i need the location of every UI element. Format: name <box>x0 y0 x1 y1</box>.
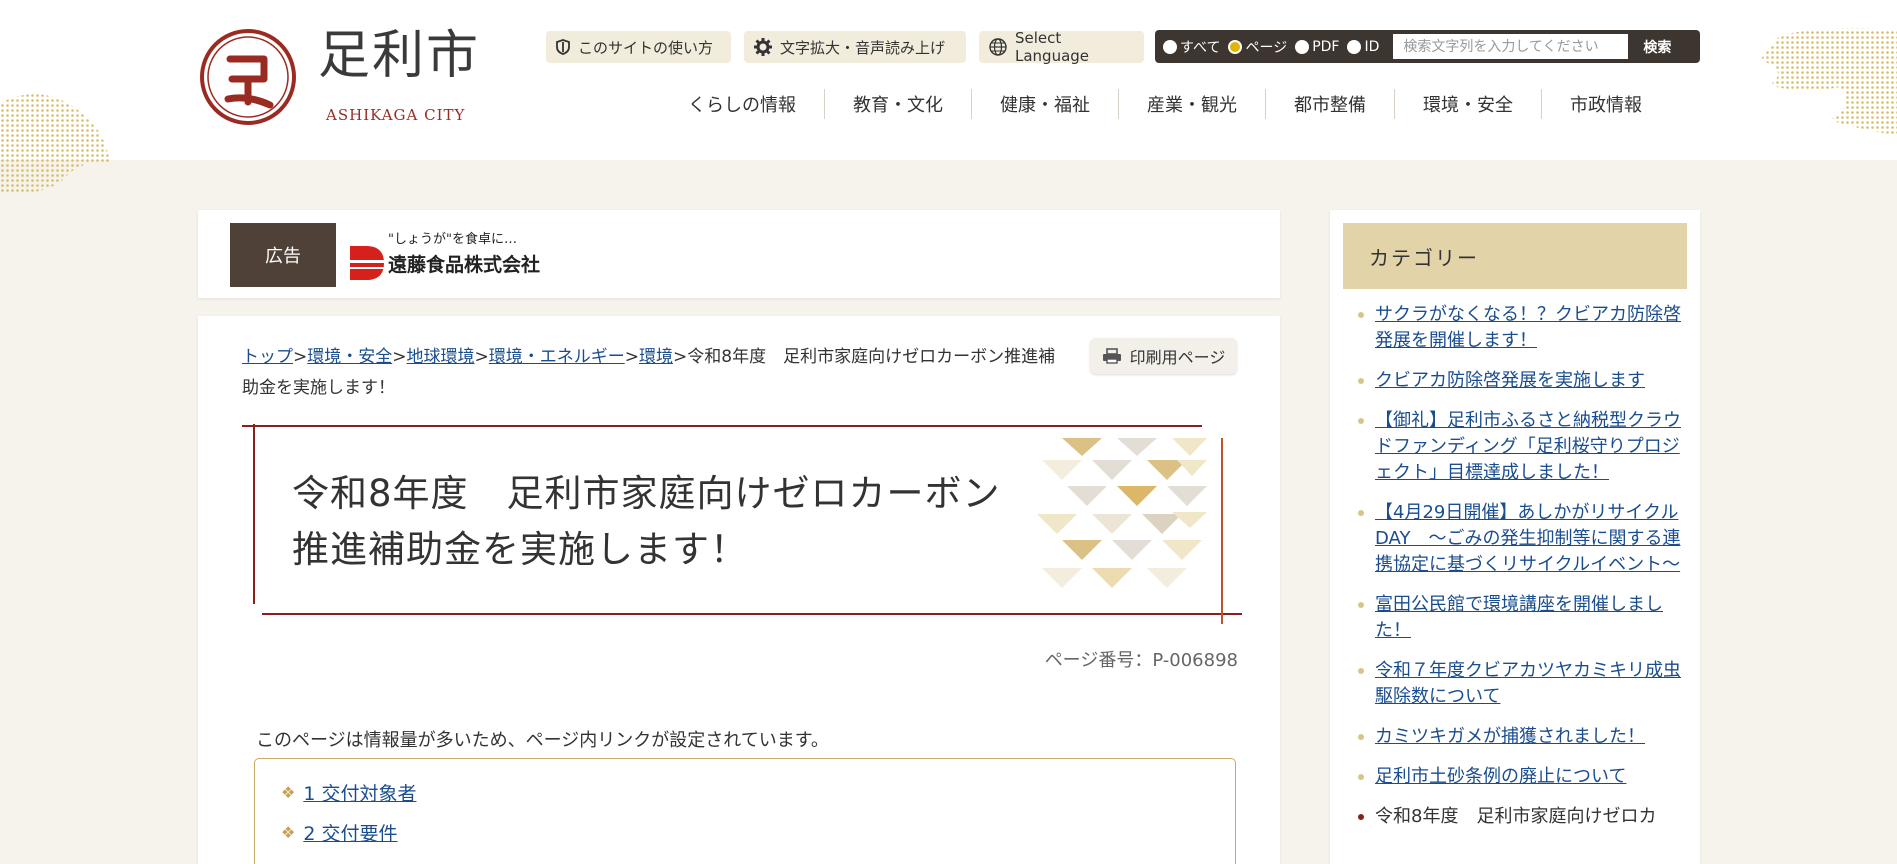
search-scope-all[interactable]: すべて <box>1163 37 1220 57</box>
ad-slogan: "しょうが"を食卓に… <box>388 232 517 247</box>
breadcrumb-separator: > <box>673 347 688 367</box>
list-item-current: 令和8年度 足利市家庭向けゼロカ <box>1343 804 1687 830</box>
radio-label: ID <box>1364 38 1380 55</box>
breadcrumb-separator: > <box>293 347 308 367</box>
nav-industry[interactable]: 産業・観光 <box>1119 89 1266 119</box>
category-current: 令和8年度 足利市家庭向けゼロカ <box>1375 806 1657 827</box>
global-nav: くらしの情報 教育・文化 健康・福祉 産業・観光 都市整備 環境・安全 市政情報 <box>660 89 1670 119</box>
breadcrumb-link-global-env[interactable]: 地球環境 <box>407 347 475 367</box>
search-scope-pdf[interactable]: PDF <box>1295 39 1339 55</box>
city-logo-icon[interactable] <box>198 27 298 127</box>
page-title-line: 令和8年度 足利市家庭向けゼロカーボン <box>292 472 1001 515</box>
nav-environment[interactable]: 環境・安全 <box>1395 89 1542 119</box>
page-title-line: 推進補助金を実施します！ <box>292 528 748 571</box>
site-header: 足利市 ASHIKAGA CITY このサイトの使い方 文字拡大・音声読み上げ … <box>0 0 1897 195</box>
toc-item: ❖ 2 交付要件 <box>281 819 397 846</box>
search-button[interactable]: 検索 <box>1628 34 1687 59</box>
breadcrumb-separator: > <box>392 347 407 367</box>
shield-icon <box>556 39 570 55</box>
breadcrumb-link-env-energy[interactable]: 環境・エネルギー <box>489 347 625 367</box>
list-item: 足利市土砂条例の廃止について <box>1343 764 1687 790</box>
language-label: Select Language <box>1015 29 1090 65</box>
nav-city-admin[interactable]: 市政情報 <box>1542 89 1670 119</box>
search-scope-id[interactable]: ID <box>1347 39 1379 55</box>
print-label: 印刷用ページ <box>1129 348 1226 367</box>
breadcrumb-separator: > <box>474 347 489 367</box>
radio-selected-icon <box>1228 39 1243 54</box>
list-item: 【御礼】足利市ふるさと納税型クラウドファンディング「足利桜守りプロジェクト」目標… <box>1343 408 1687 486</box>
page-toc: ❖ 1 交付対象者 ❖ 2 交付要件 <box>254 758 1236 864</box>
nav-health[interactable]: 健康・福祉 <box>972 89 1119 119</box>
category-link[interactable]: 令和７年度クビアカツヤカミキリ成虫駆除数について <box>1375 660 1681 707</box>
city-name[interactable]: 足利市 <box>318 30 480 82</box>
category-link[interactable]: サクラがなくなる！？クビアカ防除啓発展を開催します！ <box>1375 304 1681 351</box>
radio-label: ページ <box>1245 39 1288 56</box>
search-input[interactable] <box>1393 34 1629 59</box>
sidebar: カテゴリー サクラがなくなる！？クビアカ防除啓発展を開催します！ クビアカ防除啓… <box>1330 210 1700 864</box>
howto-button[interactable]: このサイトの使い方 <box>546 31 731 63</box>
wave-pattern-left <box>0 94 110 195</box>
language-button[interactable]: Select Language <box>979 29 1144 65</box>
category-link[interactable]: クビアカ防除啓発展を実施します <box>1375 370 1645 391</box>
toc-link[interactable]: 1 交付対象者 <box>303 779 416 806</box>
zoom-audio-label: 文字拡大・音声読み上げ <box>780 38 946 57</box>
main-content: トップ>環境・安全>地球環境>環境・エネルギー>環境>令和8年度 足利市家庭向け… <box>198 316 1280 864</box>
radio-label: すべて <box>1180 39 1221 56</box>
howto-label: このサイトの使い方 <box>578 38 714 57</box>
breadcrumb: トップ>環境・安全>地球環境>環境・エネルギー>環境>令和8年度 足利市家庭向け… <box>242 342 1072 404</box>
page-number: ページ番号：P-006898 <box>1044 650 1238 671</box>
ad-area: 広告 "しょうが"を食卓に… 遠藤食品株式会社 <box>198 210 1280 298</box>
list-item: 令和７年度クビアカツヤカミキリ成虫駆除数について <box>1343 658 1687 710</box>
breadcrumb-link-top[interactable]: トップ <box>242 347 293 367</box>
gear-icon <box>754 38 772 56</box>
globe-icon <box>989 38 1007 56</box>
category-list: サクラがなくなる！？クビアカ防除啓発展を開催します！ クビアカ防除啓発展を実施し… <box>1343 302 1687 844</box>
sidebar-title: カテゴリー <box>1343 223 1687 289</box>
ad-company: 遠藤食品株式会社 <box>388 254 541 276</box>
search-scope-page[interactable]: ページ <box>1228 37 1287 57</box>
title-frame: 令和8年度 足利市家庭向けゼロカーボン 推進補助金を実施します！ <box>242 424 1242 624</box>
diamond-bullet-icon: ❖ <box>281 823 296 842</box>
endo-logo-icon <box>350 246 384 280</box>
toc-link[interactable]: 2 交付要件 <box>303 819 397 846</box>
radio-icon <box>1347 39 1362 54</box>
category-link[interactable]: 富田公民館で環境講座を開催しました！ <box>1375 594 1663 641</box>
list-item: カミツキガメが捕獲されました！ <box>1343 724 1687 750</box>
category-link[interactable]: 【4月29日開催】あしかがリサイクルDAY ～ごみの発生抑制等に関する連携協定に… <box>1375 502 1680 575</box>
breadcrumb-link-env-safety[interactable]: 環境・安全 <box>307 347 392 367</box>
list-item: サクラがなくなる！？クビアカ防除啓発展を開催します！ <box>1343 302 1687 354</box>
city-name-en: ASHIKAGA CITY <box>326 106 466 124</box>
wave-pattern-right <box>1760 28 1897 135</box>
diamond-bullet-icon: ❖ <box>281 783 296 802</box>
page-title: 令和8年度 足利市家庭向けゼロカーボン 推進補助金を実施します！ <box>292 466 1052 578</box>
zoom-audio-button[interactable]: 文字拡大・音声読み上げ <box>744 31 966 63</box>
nav-education[interactable]: 教育・文化 <box>825 89 972 119</box>
printer-icon <box>1102 348 1122 364</box>
radio-label: PDF <box>1312 38 1340 55</box>
breadcrumb-link-env[interactable]: 環境 <box>639 347 673 367</box>
ad-label: 広告 <box>230 223 336 287</box>
toc-item: ❖ 1 交付対象者 <box>281 779 416 806</box>
category-link[interactable]: カミツキガメが捕獲されました！ <box>1375 726 1645 747</box>
intro-text: このページは情報量が多いため、ページ内リンクが設定されています。 <box>256 730 829 751</box>
radio-icon <box>1295 39 1310 54</box>
radio-icon <box>1163 39 1177 54</box>
nav-living[interactable]: くらしの情報 <box>660 89 825 119</box>
list-item: クビアカ防除啓発展を実施します <box>1343 368 1687 394</box>
category-link[interactable]: 足利市土砂条例の廃止について <box>1375 766 1626 787</box>
print-button[interactable]: 印刷用ページ <box>1090 338 1237 374</box>
search-bar: すべて ページ PDF ID 検索 <box>1155 30 1700 63</box>
list-item: 【4月29日開催】あしかがリサイクルDAY ～ごみの発生抑制等に関する連携協定に… <box>1343 500 1687 578</box>
list-item: 富田公民館で環境講座を開催しました！ <box>1343 592 1687 644</box>
nav-urban[interactable]: 都市整備 <box>1266 89 1395 119</box>
category-link[interactable]: 【御礼】足利市ふるさと納税型クラウドファンディング「足利桜守りプロジェクト」目標… <box>1375 410 1681 483</box>
ad-banner[interactable]: "しょうが"を食卓に… 遠藤食品株式会社 <box>348 228 548 284</box>
breadcrumb-separator: > <box>624 347 639 367</box>
